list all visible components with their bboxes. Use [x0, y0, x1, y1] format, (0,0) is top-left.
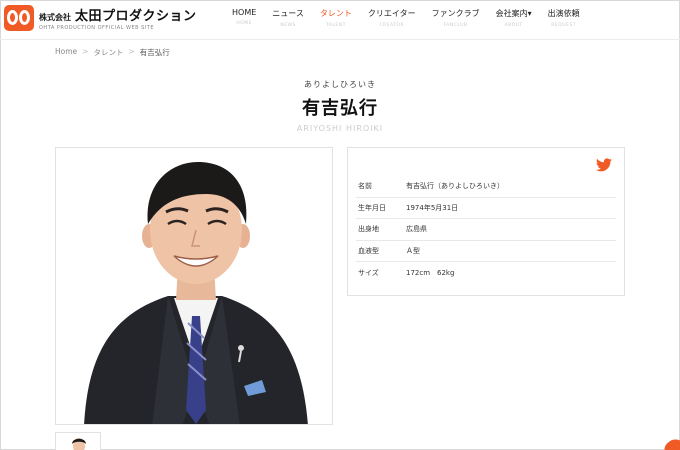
nav-item-request[interactable]: 出演依頼 REQUEST [548, 8, 580, 28]
talent-portrait-image [56, 148, 332, 424]
nav-item-about[interactable]: 会社案内▾ ABOUT [496, 8, 532, 28]
profile-value: 172cm 62kg [406, 268, 455, 277]
nav-sublabel: ABOUT [504, 23, 523, 28]
profile-row-hometown: 出身地 広島県 [356, 219, 616, 241]
nav-item-fanclub[interactable]: ファンクラブ FANCLUB [432, 8, 480, 28]
nav-item-home[interactable]: HOME HOME [232, 8, 256, 28]
profile-row-birthday: 生年月日 1974年5月31日 [356, 198, 616, 219]
nav-item-creator[interactable]: クリエイター CREATOR [368, 8, 416, 28]
logo-mark-icon [4, 5, 34, 31]
photo-thumbnail[interactable] [55, 432, 101, 450]
nav-item-talent[interactable]: タレント TALENT [320, 8, 352, 28]
logo-text: 株式会社 太田プロダクション OHTA PRODUCTION OFFICIAL … [39, 5, 197, 31]
main-nav: HOME HOME ニュース NEWS タレント TALENT クリエイター C… [232, 8, 596, 28]
profile-value: 有吉弘行（ありよしひろいき） [406, 182, 504, 191]
profile-label: 血液型 [358, 246, 379, 255]
talent-title: ありよしひろいき 有吉弘行 ARIYOSHI HIROIKI [0, 79, 680, 133]
breadcrumb-home[interactable]: Home [55, 47, 77, 58]
breadcrumb-category[interactable]: タレント [93, 47, 123, 58]
nav-label: 出演依頼 [547, 9, 580, 18]
profile-row-size: サイズ 172cm 62kg [356, 262, 616, 284]
talent-photo [55, 147, 333, 425]
profile-value: Ａ型 [406, 246, 420, 255]
breadcrumb-separator: > [82, 47, 89, 56]
nav-sublabel: REQUEST [551, 23, 576, 28]
profile-label: 出身地 [358, 225, 379, 234]
nav-label: HOME [232, 8, 257, 17]
profile-table: 名前 有吉弘行（ありよしひろいき） 生年月日 1974年5月31日 出身地 広島… [356, 176, 616, 284]
nav-item-news[interactable]: ニュース NEWS [272, 8, 304, 28]
nav-sublabel: HOME [236, 21, 252, 26]
thumbnail-image [72, 438, 86, 450]
nav-label: ファンクラブ [431, 9, 480, 18]
profile-label: サイズ [358, 268, 379, 277]
profile-value: 広島県 [406, 225, 427, 234]
nav-label: クリエイター [367, 9, 416, 18]
logo-company: 株式会社 [39, 13, 71, 22]
nav-sublabel: TALENT [325, 23, 346, 28]
profile-label: 生年月日 [358, 203, 386, 212]
nav-sublabel: CREATOR [379, 23, 405, 28]
nav-sublabel: NEWS [280, 23, 296, 28]
profile-card: 名前 有吉弘行（ありよしひろいき） 生年月日 1974年5月31日 出身地 広島… [347, 147, 625, 296]
twitter-icon[interactable] [596, 158, 612, 172]
profile-row-bloodtype: 血液型 Ａ型 [356, 241, 616, 262]
profile-value: 1974年5月31日 [406, 203, 459, 212]
breadcrumb: Home > タレント > 有吉弘行 [55, 47, 170, 58]
breadcrumb-current: 有吉弘行 [139, 48, 170, 57]
logo-name: 太田プロダクション [75, 9, 197, 24]
talent-name-romaji: ARIYOSHI HIROIKI [296, 124, 384, 133]
breadcrumb-separator: > [128, 47, 135, 56]
talent-name: 有吉弘行 [302, 98, 378, 119]
site-logo[interactable]: 株式会社 太田プロダクション OHTA PRODUCTION OFFICIAL … [4, 5, 197, 31]
nav-label: ニュース [272, 9, 304, 18]
nav-sublabel: FANCLUB [443, 23, 468, 28]
profile-row-name: 名前 有吉弘行（ありよしひろいき） [356, 176, 616, 198]
nav-label: タレント [319, 9, 352, 18]
profile-label: 名前 [358, 182, 372, 191]
logo-subtitle: OHTA PRODUCTION OFFICIAL WEB SITE [39, 25, 154, 31]
talent-ruby: ありよしひろいき [304, 80, 376, 89]
site-header: 株式会社 太田プロダクション OHTA PRODUCTION OFFICIAL … [0, 0, 680, 40]
nav-label: 会社案内▾ [495, 9, 532, 18]
